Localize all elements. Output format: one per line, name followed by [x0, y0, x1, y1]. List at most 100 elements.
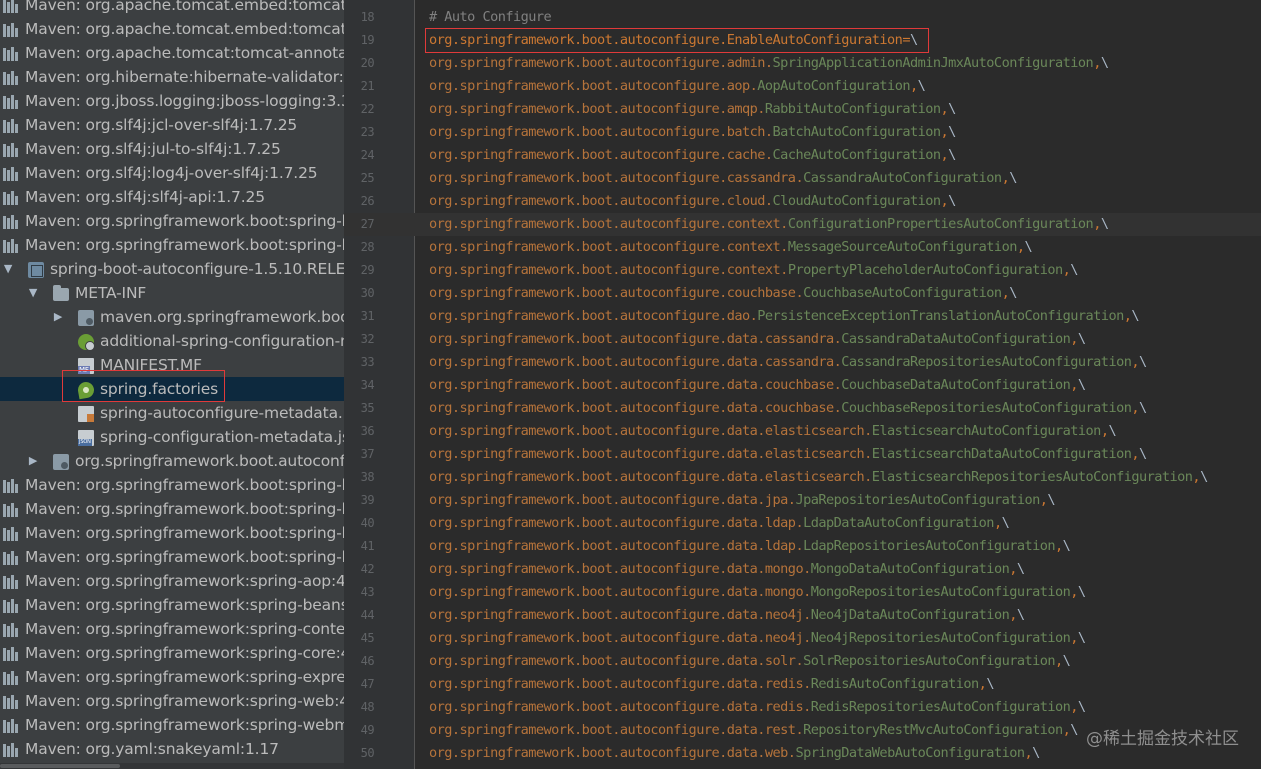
- line-continuation: \: [948, 193, 956, 209]
- comma-separator: ,: [1009, 561, 1017, 577]
- tree-item-label: Maven: org.slf4j:jul-to-slf4j:1.7.25: [25, 140, 281, 158]
- comment-text: # Auto Configure: [429, 9, 552, 25]
- code-line[interactable]: 20 org.springframework.boot.autoconfigure…: [344, 52, 1261, 75]
- tree-item[interactable]: Maven: org.springframework:spring-expres…: [0, 665, 344, 689]
- tree-item[interactable]: Maven: org.springframework:spring-contex: [0, 617, 344, 641]
- code-line[interactable]: 25 org.springframework.boot.autoconfigure…: [344, 167, 1261, 190]
- code-line[interactable]: 21 org.springframework.boot.autoconfigure…: [344, 75, 1261, 98]
- class-name: MongoRepositoriesAutoConfiguration: [810, 584, 1071, 600]
- line-continuation: \: [1032, 745, 1040, 761]
- tree-item[interactable]: Maven: org.springframework.boot:spring-b…: [0, 497, 344, 521]
- code-line[interactable]: 23 org.springframework.boot.autoconfigure…: [344, 121, 1261, 144]
- tree-item[interactable]: Maven: org.springframework.boot:spring-b…: [0, 545, 344, 569]
- tree-item-label: Maven: org.apache.tomcat:tomcat-annotati: [25, 44, 344, 62]
- tree-item[interactable]: ▼ spring-boot-autoconfigure-1.5.10.RELEA: [0, 257, 344, 281]
- code-line[interactable]: 19 org.springframework.boot.autoconfigure…: [344, 29, 1261, 52]
- code-line[interactable]: 48 org.springframework.boot.autoconfigure…: [344, 696, 1261, 719]
- tree-item[interactable]: ▶ maven.org.springframework.boot: [0, 305, 344, 329]
- line-number: 25: [360, 171, 375, 185]
- properties-icon: [78, 406, 94, 422]
- code-line[interactable]: 41 org.springframework.boot.autoconfigure…: [344, 535, 1261, 558]
- code-line[interactable]: 29 org.springframework.boot.autoconfigure…: [344, 259, 1261, 282]
- line-number: 27: [360, 217, 375, 231]
- code-line[interactable]: 43 org.springframework.boot.autoconfigure…: [344, 581, 1261, 604]
- tree-item[interactable]: Maven: org.yaml:snakeyaml:1.17: [0, 737, 344, 761]
- code-line[interactable]: 35 org.springframework.boot.autoconfigure…: [344, 397, 1261, 420]
- tree-item-label: Maven: org.springframework.boot:spring-b…: [25, 236, 344, 254]
- code-line[interactable]: 34 org.springframework.boot.autoconfigure…: [344, 374, 1261, 397]
- tree-item-label: spring-boot-autoconfigure-1.5.10.RELEA: [50, 260, 344, 278]
- package-name: org.springframework.boot.autoconfigure.d…: [429, 538, 804, 554]
- code-line[interactable]: 42 org.springframework.boot.autoconfigure…: [344, 558, 1261, 581]
- tree-item[interactable]: Maven: org.jboss.logging:jboss-logging:3…: [0, 89, 344, 113]
- tree-item[interactable]: Maven: org.springframework.boot:spring-b…: [0, 473, 344, 497]
- tree-item[interactable]: Maven: org.springframework.boot:spring-b…: [0, 521, 344, 545]
- tree-item[interactable]: MANIFEST.MF: [0, 353, 344, 377]
- code-editor[interactable]: 18 # Auto Configure 19 org.springframework.…: [344, 0, 1261, 769]
- code-line[interactable]: 33 org.springframework.boot.autoconfigure…: [344, 351, 1261, 374]
- tree-item[interactable]: ▼ META-INF: [0, 281, 344, 305]
- code-line[interactable]: 28 org.springframework.boot.autoconfigure…: [344, 236, 1261, 259]
- expand-arrow-icon[interactable]: ▼: [27, 281, 39, 305]
- tree-item-label: Maven: org.springframework.boot:spring-b…: [25, 524, 344, 542]
- code-line[interactable]: 31 org.springframework.boot.autoconfigure…: [344, 305, 1261, 328]
- library-icon: [2, 142, 18, 158]
- code-line[interactable]: 32 org.springframework.boot.autoconfigure…: [344, 328, 1261, 351]
- tree-item[interactable]: ▶ org.springframework.boot.autoconfi: [0, 449, 344, 473]
- line-number: 20: [360, 56, 375, 70]
- tree-item[interactable]: spring-autoconfigure-metadata.p: [0, 401, 344, 425]
- tree-item[interactable]: Maven: org.apache.tomcat.embed:tomcat-e: [0, 0, 344, 17]
- code-line[interactable]: 37 org.springframework.boot.autoconfigure…: [344, 443, 1261, 466]
- code-line[interactable]: 38 org.springframework.boot.autoconfigure…: [344, 466, 1261, 489]
- code-line[interactable]: 39 org.springframework.boot.autoconfigure…: [344, 489, 1261, 512]
- tree-item[interactable]: Maven: org.springframework:spring-web:4.…: [0, 689, 344, 713]
- code-text: org.springframework.boot.autoconfigure.d…: [429, 397, 1147, 420]
- package-name: org.springframework.boot.autoconfigure.d…: [429, 377, 842, 393]
- tree-item[interactable]: Maven: org.springframework:spring-beans:…: [0, 593, 344, 617]
- tree-item[interactable]: Maven: org.springframework.boot:spring-b…: [0, 233, 344, 257]
- code-line[interactable]: 22 org.springframework.boot.autoconfigure…: [344, 98, 1261, 121]
- library-icon: [2, 0, 18, 14]
- expand-arrow-icon[interactable]: ▼: [2, 257, 14, 281]
- tree-item[interactable]: Maven: org.springframework:spring-aop:4.…: [0, 569, 344, 593]
- tree-item-label: Maven: org.springframework.boot:spring-b…: [25, 500, 344, 518]
- code-line[interactable]: 27 org.springframework.boot.autoconfigure…: [344, 213, 1261, 236]
- code-line[interactable]: 47 org.springframework.boot.autoconfigure…: [344, 673, 1261, 696]
- comma-separator: ,: [1131, 354, 1139, 370]
- code-line[interactable]: 44 org.springframework.boot.autoconfigure…: [344, 604, 1261, 627]
- tree-item[interactable]: spring-configuration-metadata.jsc: [0, 425, 344, 449]
- tree-item-label: Maven: org.jboss.logging:jboss-logging:3…: [25, 92, 344, 110]
- class-name: ElasticsearchDataAutoConfiguration: [871, 446, 1132, 462]
- code-line[interactable]: 30 org.springframework.boot.autoconfigure…: [344, 282, 1261, 305]
- tree-horizontal-scrollbar[interactable]: [0, 763, 344, 769]
- line-number: 22: [360, 102, 375, 116]
- code-line[interactable]: 24 org.springframework.boot.autoconfigure…: [344, 144, 1261, 167]
- tree-item[interactable]: Maven: org.springframework:spring-core:4…: [0, 641, 344, 665]
- collapse-arrow-icon[interactable]: ▶: [52, 305, 64, 329]
- tree-item[interactable]: Maven: org.apache.tomcat:tomcat-annotati: [0, 41, 344, 65]
- code-line[interactable]: 18 # Auto Configure: [344, 6, 1261, 29]
- tree-item-spring-factories[interactable]: spring.factories: [0, 377, 344, 401]
- tree-item[interactable]: Maven: org.hibernate:hibernate-validator…: [0, 65, 344, 89]
- tree-item[interactable]: additional-spring-configuration-m: [0, 329, 344, 353]
- tree-scrollbar-thumb[interactable]: [0, 764, 120, 768]
- package-name: org.springframework.boot.autoconfigure.d…: [429, 331, 842, 347]
- tree-item[interactable]: Maven: org.springframework:spring-webmv: [0, 713, 344, 737]
- tree-item[interactable]: Maven: org.apache.tomcat.embed:tomcat-e: [0, 17, 344, 41]
- tree-item[interactable]: Maven: org.slf4j:jcl-over-slf4j:1.7.25: [0, 113, 344, 137]
- tree-item[interactable]: Maven: org.slf4j:jul-to-slf4j:1.7.25: [0, 137, 344, 161]
- code-line[interactable]: 40 org.springframework.boot.autoconfigure…: [344, 512, 1261, 535]
- collapse-arrow-icon[interactable]: ▶: [27, 449, 39, 473]
- code-line[interactable]: 46 org.springframework.boot.autoconfigure…: [344, 650, 1261, 673]
- package-name: org.springframework.boot.autoconfigure.c…: [429, 170, 804, 186]
- tree-item-label: Maven: org.yaml:snakeyaml:1.17: [25, 740, 279, 758]
- project-tree[interactable]: Maven: org.apache.tomcat.embed:tomcat-e M…: [0, 0, 344, 769]
- code-line[interactable]: 36 org.springframework.boot.autoconfigure…: [344, 420, 1261, 443]
- code-line[interactable]: 45 org.springframework.boot.autoconfigure…: [344, 627, 1261, 650]
- tree-item[interactable]: Maven: org.slf4j:log4j-over-slf4j:1.7.25: [0, 161, 344, 185]
- comma-separator: ,: [1055, 653, 1063, 669]
- tree-item[interactable]: Maven: org.springframework.boot:spring-b…: [0, 209, 344, 233]
- tree-item[interactable]: Maven: org.slf4j:slf4j-api:1.7.25: [0, 185, 344, 209]
- code-line[interactable]: 26 org.springframework.boot.autoconfigure…: [344, 190, 1261, 213]
- package-name: org.springframework.boot.autoconfigure.d…: [429, 630, 811, 646]
